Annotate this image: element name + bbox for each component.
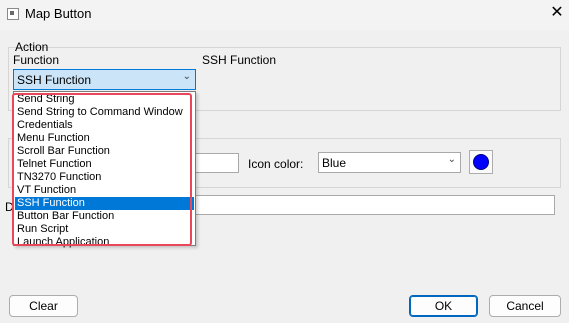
icon-color-label: Icon color: [248, 157, 304, 171]
close-button[interactable]: ✕ [547, 3, 567, 23]
icon-color-value: Blue [322, 156, 347, 170]
function-combobox-value: SSH Function [17, 73, 92, 87]
dropdown-option[interactable]: Send String to Command Window [15, 106, 194, 119]
chevron-down-icon: ⌄ [447, 154, 456, 165]
ok-button[interactable]: OK [409, 295, 478, 317]
color-dot-icon [473, 154, 489, 170]
description-field[interactable] [193, 195, 555, 215]
dropdown-option[interactable]: SSH Function [15, 197, 194, 210]
function-label: Function [13, 53, 60, 67]
color-picker-button[interactable] [469, 150, 493, 174]
dropdown-option[interactable]: Button Bar Function [15, 210, 194, 223]
dropdown-option[interactable]: Credentials [15, 119, 194, 132]
dropdown-option[interactable]: Scroll Bar Function [15, 145, 194, 158]
cancel-button[interactable]: Cancel [489, 295, 561, 317]
clear-button[interactable]: Clear [9, 295, 78, 317]
function-combobox[interactable]: SSH Function ⌄ [13, 69, 196, 90]
dropdown-option[interactable]: TN3270 Function [15, 171, 194, 184]
chevron-down-icon: ⌄ [182, 71, 191, 82]
dropdown-option[interactable]: Send String [15, 93, 194, 106]
name-field[interactable] [193, 153, 239, 173]
function-description: SSH Function [202, 53, 277, 67]
dropdown-option[interactable]: VT Function [15, 184, 194, 197]
dropdown-option[interactable]: Launch Application [15, 236, 194, 249]
title-bar: Map Button ✕ [0, 0, 569, 30]
action-group-label: Action [15, 40, 49, 54]
dropdown-option[interactable]: Menu Function [15, 132, 194, 145]
dropdown-option[interactable]: Run Script [15, 223, 194, 236]
function-dropdown-list[interactable]: Send String Send String to Command Window… [13, 91, 196, 249]
app-window-icon [7, 8, 19, 20]
window-title: Map Button [25, 6, 92, 21]
dropdown-option[interactable]: Telnet Function [15, 158, 194, 171]
icon-color-combobox[interactable]: Blue ⌄ [318, 152, 461, 173]
